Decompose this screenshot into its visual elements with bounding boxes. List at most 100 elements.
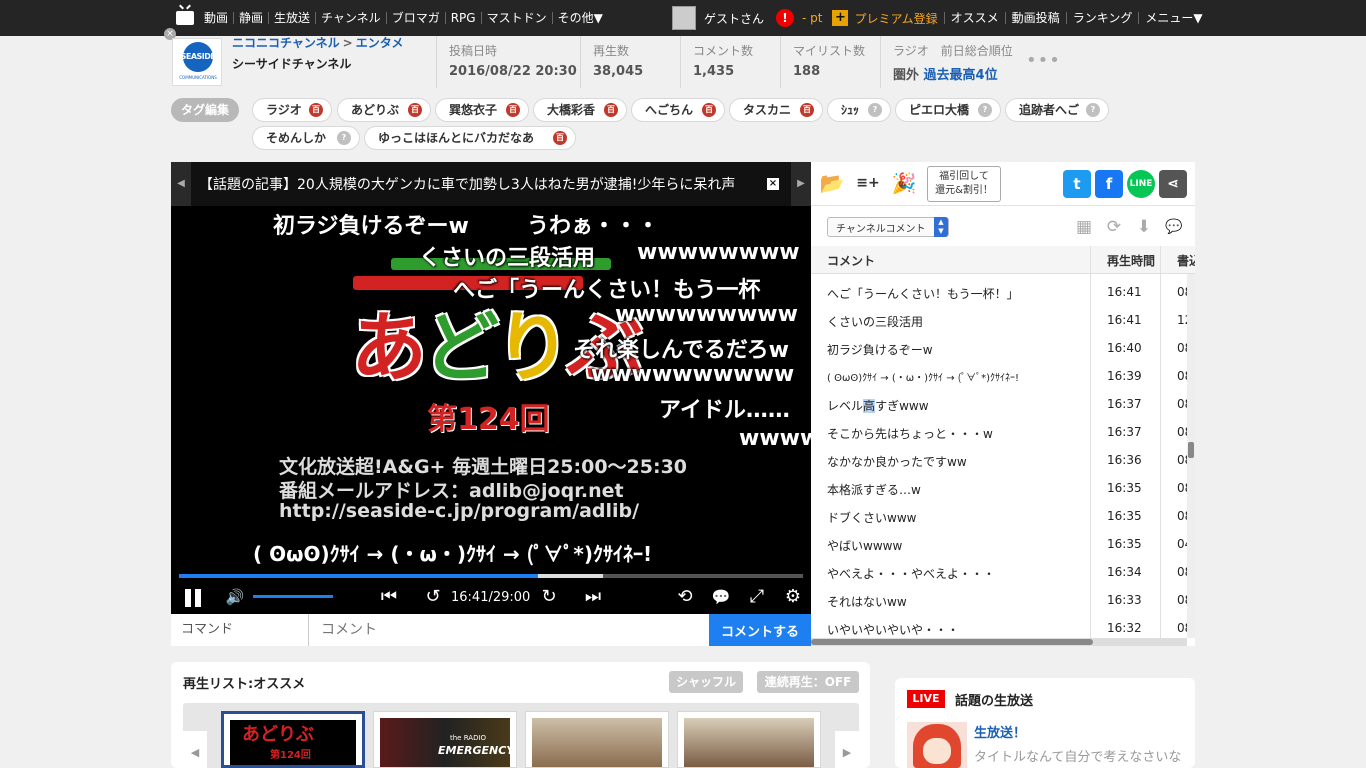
nav-upload[interactable]: 動画投稿: [1004, 12, 1066, 24]
tag-radio[interactable]: ラジオ百: [252, 98, 332, 122]
party-popper-icon[interactable]: 🎉: [889, 170, 919, 196]
pause-icon[interactable]: [183, 589, 203, 607]
line-icon[interactable]: LINE: [1127, 170, 1155, 198]
comment-horizontal-scrollbar[interactable]: [811, 638, 1187, 646]
user-name[interactable]: ゲストさん: [704, 10, 764, 27]
niconico-tv-icon[interactable]: [176, 11, 194, 25]
dictionary-icon[interactable]: 百: [506, 103, 520, 117]
tag-shu[interactable]: ｼｭｯ?: [827, 98, 891, 122]
scrollbar-thumb[interactable]: [1188, 442, 1194, 458]
scrollbar-thumb[interactable]: [811, 639, 1093, 645]
add-mylist-icon[interactable]: ≡+: [853, 170, 883, 196]
download-icon[interactable]: ⬇: [1133, 216, 1155, 238]
tag-tasukani[interactable]: タスカニ百: [729, 98, 823, 122]
col-date-header[interactable]: 書込: [1177, 252, 1195, 269]
comment-input[interactable]: [311, 614, 709, 646]
back-10-icon[interactable]: ↺: [421, 586, 445, 608]
user-avatar[interactable]: [672, 6, 696, 30]
playlist-next-icon[interactable]: ▶: [835, 731, 859, 768]
facebook-icon[interactable]: f: [1095, 170, 1123, 198]
video-canvas[interactable]: あどりぶ 第124回 文化放送超!A&G+ 毎週土曜日25:00～25:30 番…: [171, 206, 811, 570]
alert-icon[interactable]: !: [776, 9, 795, 27]
playlist-item[interactable]: [677, 711, 821, 768]
premium-plus-icon[interactable]: +: [832, 10, 849, 26]
refresh-icon[interactable]: ⟳: [1103, 216, 1125, 238]
tag-adlib[interactable]: あどりぶ百: [337, 98, 431, 122]
comment-row[interactable]: くさいの三段活用 16:41 12: [811, 306, 1192, 334]
ticker-headline-link[interactable]: 【話題の記事】20人規模の大ゲンカに車で加勢し3人はねた男が逮捕!少年らに呆れ声: [199, 174, 763, 194]
tag-yukko-baka[interactable]: ゆっこはほんとにバカだなあ 百: [364, 126, 576, 150]
dictionary-icon[interactable]: 百: [309, 103, 323, 117]
dictionary-icon[interactable]: 百: [408, 103, 422, 117]
more-icon[interactable]: •••: [1026, 50, 1061, 71]
comment-row[interactable]: ドブくさいwww 16:35 08: [811, 502, 1192, 530]
nav-blomaga[interactable]: ブロマガ: [385, 12, 445, 24]
breadcrumb-niconico-channel[interactable]: ニコニコチャンネル: [232, 36, 340, 50]
ticker-next-icon[interactable]: ▶: [791, 162, 811, 206]
unknown-dictionary-icon[interactable]: ?: [868, 103, 882, 117]
channel-name-link[interactable]: シーサイドチャンネル: [232, 55, 351, 72]
tag-tatsumi-yuiko[interactable]: 巽悠衣子百: [435, 98, 529, 122]
comment-row[interactable]: 初ラジ負けるぞーw 16:40 08: [811, 334, 1192, 362]
comment-row[interactable]: やばいwwww 16:35 04: [811, 530, 1192, 558]
skip-prev-icon[interactable]: ⏮: [377, 586, 401, 608]
tag-hegochin[interactable]: へごちん百: [631, 98, 725, 122]
unknown-dictionary-icon[interactable]: ?: [337, 131, 351, 145]
comment-row[interactable]: やべえよ・・・やべえよ・・・ 16:34 08: [811, 558, 1192, 586]
live-program-link[interactable]: 生放送！: [974, 722, 1026, 741]
nav-seiga[interactable]: 静画: [233, 12, 268, 24]
col-comment-header[interactable]: コメント: [827, 252, 875, 269]
shuffle-button[interactable]: シャッフル: [669, 671, 743, 693]
ticker-prev-icon[interactable]: ◀: [171, 162, 191, 206]
nav-ranking[interactable]: ランキング: [1065, 12, 1139, 24]
nav-recommend[interactable]: オススメ: [943, 12, 1005, 24]
comment-row[interactable]: なかなか良かったですww 16:36 08: [811, 446, 1192, 474]
comment-row[interactable]: それはないww 16:33 08: [811, 586, 1192, 614]
col-time-header[interactable]: 再生時間: [1107, 252, 1155, 269]
nav-mastodon[interactable]: マストドン: [480, 12, 552, 24]
dictionary-icon[interactable]: 百: [604, 103, 618, 117]
live-thumbnail[interactable]: [907, 722, 967, 768]
nav-other[interactable]: その他▼: [551, 12, 608, 24]
continuous-play-toggle[interactable]: 連続再生：OFF: [757, 671, 859, 693]
dictionary-icon[interactable]: 百: [553, 131, 567, 145]
nav-channel[interactable]: チャンネル: [315, 12, 386, 24]
fullscreen-icon[interactable]: ⤢: [745, 586, 769, 608]
tag-pierrot-ohashi[interactable]: ピエロ大橋?: [895, 98, 1001, 122]
video-player[interactable]: ◀ 【話題の記事】20人規模の大ゲンカに車で加勢し3人はねた男が逮捕!少年らに呆…: [171, 162, 811, 614]
channel-logo[interactable]: SEASIDE COMMUNICATIONS: [172, 38, 222, 86]
tag-edit-button[interactable]: タグ編集: [171, 98, 239, 122]
tag-ohashi-ayaka[interactable]: 大橋彩香百: [533, 98, 627, 122]
tag-tracker-hego[interactable]: 追跡者へご?: [1005, 98, 1109, 122]
playlist-prev-icon[interactable]: ◀: [183, 731, 207, 768]
comment-toggle-icon[interactable]: 💬: [709, 586, 733, 608]
nav-menu[interactable]: メニュー▼: [1138, 12, 1208, 24]
dictionary-icon[interactable]: 百: [702, 103, 716, 117]
ticker-close-icon[interactable]: ×: [767, 178, 779, 190]
command-input[interactable]: コマンド: [171, 614, 309, 646]
volume-icon[interactable]: 🔊: [223, 586, 247, 608]
settings-icon[interactable]: ⚙: [781, 586, 805, 608]
unknown-dictionary-icon[interactable]: ?: [1086, 103, 1100, 117]
forward-10-icon[interactable]: ↻: [537, 586, 561, 608]
comment-type-select[interactable]: チャンネルコメント ▲ ▼: [827, 217, 949, 237]
comment-submit-button[interactable]: コメントする: [709, 614, 811, 646]
unknown-dictionary-icon[interactable]: ?: [978, 103, 992, 117]
repeat-icon[interactable]: ⟲: [673, 586, 697, 608]
calendar-icon[interactable]: ▦: [1073, 216, 1095, 238]
folder-icon[interactable]: 📂: [817, 170, 847, 196]
lottery-promo[interactable]: 福引回して 還元&割引！: [927, 166, 1001, 202]
comment-row[interactable]: へご「うーんくさい！もう一杯！」 16:41 08: [811, 278, 1192, 306]
premium-register-link[interactable]: プレミアム登録: [854, 10, 937, 27]
skip-next-icon[interactable]: ⏭: [581, 586, 605, 608]
ranking-best-link[interactable]: 過去最高4位: [924, 68, 998, 83]
comment-row[interactable]: そこから先はちょっと・・・w 16:37 08: [811, 418, 1192, 446]
breadcrumb-entertainment[interactable]: エンタメ: [356, 36, 404, 50]
comment-row[interactable]: 本格派すぎる…w 16:35 08: [811, 474, 1192, 502]
playlist-item[interactable]: the RADIO EMERGENCY: [373, 711, 517, 768]
seek-bar[interactable]: [179, 574, 803, 578]
volume-slider[interactable]: [253, 595, 333, 598]
message-icon[interactable]: 💬: [1163, 216, 1185, 238]
nav-live[interactable]: 生放送: [268, 12, 315, 24]
comment-vertical-scrollbar[interactable]: [1187, 274, 1195, 638]
